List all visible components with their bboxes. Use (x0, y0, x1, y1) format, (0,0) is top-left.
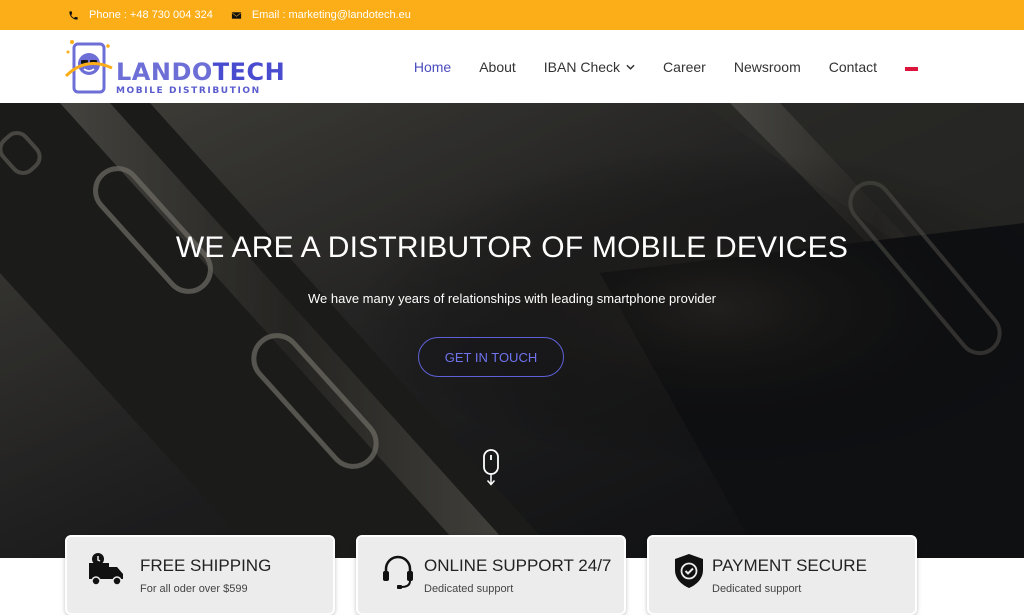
nav-career[interactable]: Career (663, 59, 706, 75)
nav-home[interactable]: Home (414, 59, 451, 75)
phone-key: Phone : (89, 9, 127, 21)
phone-value: +48 730 004 324 (129, 9, 213, 21)
get-in-touch-button[interactable]: GET IN TOUCH (418, 337, 564, 377)
feature-card-payment: PAYMENT SECURE Dedicated support (647, 535, 917, 615)
site-header: LANDOTECH MOBILE DISTRIBUTION Home About… (0, 30, 1024, 103)
feature-card-support: ONLINE SUPPORT 24/7 Dedicated support (356, 535, 626, 615)
feature-desc: For all oder over $599 (140, 583, 248, 595)
logo-name-part1: LANDO (116, 58, 213, 86)
features-row: FREE SHIPPING For all oder over $599 ONL… (0, 535, 1024, 615)
site-logo[interactable]: LANDOTECH MOBILE DISTRIBUTION (64, 38, 285, 96)
email-contact[interactable]: Email : marketing@landotech.eu (231, 9, 411, 21)
nav-contact[interactable]: Contact (829, 59, 877, 75)
hero-title: WE ARE A DISTRIBUTOR OF MOBILE DEVICES (175, 231, 849, 264)
hero-banner: WE ARE A DISTRIBUTOR OF MOBILE DEVICES W… (0, 103, 1024, 558)
polish-flag-icon[interactable] (905, 62, 918, 71)
logo-mascot-icon (64, 40, 113, 94)
envelope-icon (231, 11, 241, 19)
phone-icon (69, 10, 78, 20)
feature-title: ONLINE SUPPORT 24/7 (424, 556, 612, 575)
logo-tagline: MOBILE DISTRIBUTION (116, 86, 261, 96)
logo-name-part2: TECH (212, 58, 286, 86)
shield-check-icon (675, 554, 703, 588)
email-value: marketing@landotech.eu (288, 9, 411, 21)
nav-iban-check[interactable]: IBAN Check (544, 59, 635, 75)
chevron-down-icon (626, 64, 635, 70)
nav-about[interactable]: About (479, 59, 516, 75)
email-key: Email : (251, 9, 286, 21)
mouse-scroll-icon[interactable] (482, 448, 500, 488)
logo-wordmark: LANDOTECH (116, 58, 285, 86)
nav-newsroom[interactable]: Newsroom (734, 59, 801, 75)
phone-contact[interactable]: Phone : +48 730 004 324 (68, 9, 213, 21)
feature-desc: Dedicated support (424, 583, 514, 595)
nav-iban-check-label: IBAN Check (543, 58, 621, 75)
feature-desc: Dedicated support (712, 583, 802, 595)
headset-icon (383, 555, 413, 589)
feature-title: PAYMENT SECURE (712, 556, 867, 575)
main-nav: Home About IBAN Check Career Newsroom Co… (414, 30, 1024, 103)
feature-title: FREE SHIPPING (140, 556, 272, 575)
hero-phone-background (0, 103, 1024, 558)
top-contact-bar: Phone : +48 730 004 324 Email : marketin… (0, 0, 1024, 30)
hero-subtitle: We have many years of relationships with… (307, 291, 717, 306)
feature-card-shipping: FREE SHIPPING For all oder over $599 (65, 535, 335, 615)
delivery-truck-icon (89, 553, 123, 586)
